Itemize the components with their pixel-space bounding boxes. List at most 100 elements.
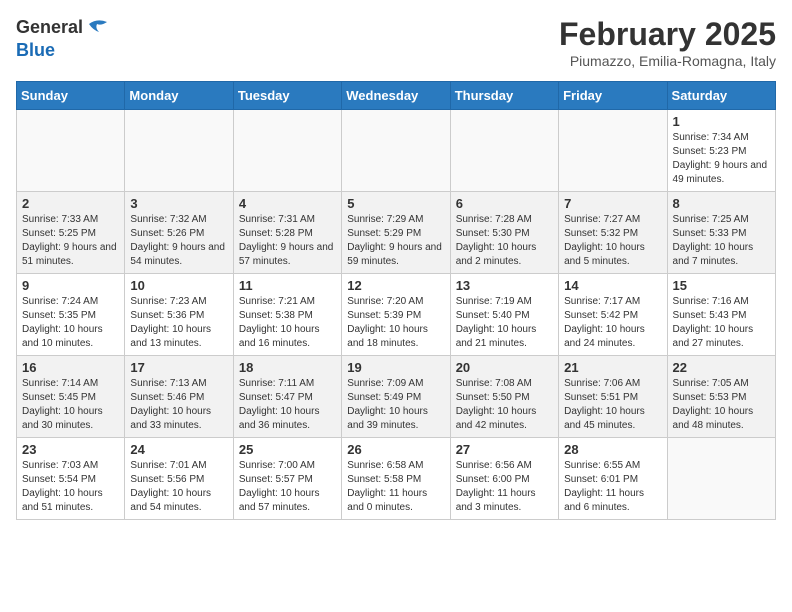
day-info: Sunrise: 7:29 AM Sunset: 5:29 PM Dayligh…	[347, 213, 444, 269]
day-number: 22	[673, 360, 770, 375]
day-number: 15	[673, 278, 770, 293]
logo-blue-text: Blue	[16, 40, 55, 60]
day-number: 21	[564, 360, 661, 375]
calendar-cell: 28 Sunrise: 6:55 AM Sunset: 6:01 PM Dayli…	[559, 438, 667, 520]
day-info: Sunrise: 7:25 AM Sunset: 5:33 PM Dayligh…	[673, 213, 770, 269]
calendar-cell: 16 Sunrise: 7:14 AM Sunset: 5:45 PM Dayli…	[17, 356, 125, 438]
calendar-cell: 22 Sunrise: 7:05 AM Sunset: 5:53 PM Dayli…	[667, 356, 775, 438]
day-number: 17	[130, 360, 227, 375]
logo-bird-icon	[85, 16, 109, 40]
calendar-cell	[233, 110, 341, 192]
day-number: 13	[456, 278, 553, 293]
day-number: 18	[239, 360, 336, 375]
calendar-cell: 11 Sunrise: 7:21 AM Sunset: 5:38 PM Dayli…	[233, 274, 341, 356]
day-number: 4	[239, 196, 336, 211]
month-title: February 2025	[559, 16, 776, 53]
calendar-cell: 27Sunrise: 6:56 AM Sunset: 6:00 PM Dayli…	[450, 438, 558, 520]
day-number: 9	[22, 278, 119, 293]
calendar-cell: 8Sunrise: 7:25 AM Sunset: 5:33 PM Daylig…	[667, 192, 775, 274]
logo: General Blue	[16, 16, 109, 62]
day-info: Sunrise: 7:21 AM Sunset: 5:38 PM Dayligh…	[239, 295, 336, 351]
calendar-cell: 5 Sunrise: 7:29 AM Sunset: 5:29 PM Daylig…	[342, 192, 450, 274]
day-number: 7	[564, 196, 661, 211]
calendar-cell: 15 Sunrise: 7:16 AM Sunset: 5:43 PM Dayli…	[667, 274, 775, 356]
calendar-cell: 26 Sunrise: 6:58 AM Sunset: 5:58 PM Dayli…	[342, 438, 450, 520]
calendar-week-row: 16 Sunrise: 7:14 AM Sunset: 5:45 PM Dayli…	[17, 356, 776, 438]
calendar-cell: 23Sunrise: 7:03 AM Sunset: 5:54 PM Dayli…	[17, 438, 125, 520]
day-number: 12	[347, 278, 444, 293]
calendar-cell: 6Sunrise: 7:28 AM Sunset: 5:30 PM Daylig…	[450, 192, 558, 274]
calendar-cell: 25 Sunrise: 7:00 AM Sunset: 5:57 PM Dayli…	[233, 438, 341, 520]
day-number: 14	[564, 278, 661, 293]
day-info: Sunrise: 7:14 AM Sunset: 5:45 PM Dayligh…	[22, 377, 119, 433]
calendar-week-row: 9 Sunrise: 7:24 AM Sunset: 5:35 PM Daylig…	[17, 274, 776, 356]
calendar-cell: 14 Sunrise: 7:17 AM Sunset: 5:42 PM Dayli…	[559, 274, 667, 356]
calendar-day-header: Thursday	[450, 82, 558, 110]
day-info: Sunrise: 7:19 AM Sunset: 5:40 PM Dayligh…	[456, 295, 553, 351]
calendar-cell	[17, 110, 125, 192]
day-info: Sunrise: 7:01 AM Sunset: 5:56 PM Dayligh…	[130, 459, 227, 515]
page-header: General Blue February 2025 Piumazzo, Emi…	[16, 16, 776, 69]
day-info: Sunrise: 7:34 AM Sunset: 5:23 PM Dayligh…	[673, 131, 770, 187]
calendar-cell	[559, 110, 667, 192]
day-number: 16	[22, 360, 119, 375]
day-number: 23	[22, 442, 119, 457]
calendar-cell	[450, 110, 558, 192]
calendar-cell	[342, 110, 450, 192]
calendar-day-header: Sunday	[17, 82, 125, 110]
calendar-day-header: Wednesday	[342, 82, 450, 110]
day-info: Sunrise: 7:23 AM Sunset: 5:36 PM Dayligh…	[130, 295, 227, 351]
day-info: Sunrise: 7:28 AM Sunset: 5:30 PM Dayligh…	[456, 213, 553, 269]
day-number: 25	[239, 442, 336, 457]
day-number: 11	[239, 278, 336, 293]
day-number: 19	[347, 360, 444, 375]
day-number: 26	[347, 442, 444, 457]
calendar-day-header: Saturday	[667, 82, 775, 110]
calendar-cell: 24 Sunrise: 7:01 AM Sunset: 5:56 PM Dayli…	[125, 438, 233, 520]
calendar-day-header: Tuesday	[233, 82, 341, 110]
calendar-week-row: 2Sunrise: 7:33 AM Sunset: 5:25 PM Daylig…	[17, 192, 776, 274]
day-info: Sunrise: 7:08 AM Sunset: 5:50 PM Dayligh…	[456, 377, 553, 433]
day-info: Sunrise: 7:27 AM Sunset: 5:32 PM Dayligh…	[564, 213, 661, 269]
title-block: February 2025 Piumazzo, Emilia-Romagna, …	[559, 16, 776, 69]
calendar-cell: 13 Sunrise: 7:19 AM Sunset: 5:40 PM Dayli…	[450, 274, 558, 356]
day-info: Sunrise: 7:09 AM Sunset: 5:49 PM Dayligh…	[347, 377, 444, 433]
day-number: 2	[22, 196, 119, 211]
day-info: Sunrise: 7:13 AM Sunset: 5:46 PM Dayligh…	[130, 377, 227, 433]
calendar-day-header: Monday	[125, 82, 233, 110]
calendar-cell: 9 Sunrise: 7:24 AM Sunset: 5:35 PM Daylig…	[17, 274, 125, 356]
calendar-week-row: 1 Sunrise: 7:34 AM Sunset: 5:23 PM Daylig…	[17, 110, 776, 192]
day-info: Sunrise: 7:17 AM Sunset: 5:42 PM Dayligh…	[564, 295, 661, 351]
day-info: Sunrise: 7:32 AM Sunset: 5:26 PM Dayligh…	[130, 213, 227, 269]
day-number: 5	[347, 196, 444, 211]
calendar-header-row: SundayMondayTuesdayWednesdayThursdayFrid…	[17, 82, 776, 110]
day-info: Sunrise: 6:56 AM Sunset: 6:00 PM Dayligh…	[456, 459, 553, 515]
day-info: Sunrise: 7:16 AM Sunset: 5:43 PM Dayligh…	[673, 295, 770, 351]
day-number: 24	[130, 442, 227, 457]
calendar-cell: 12 Sunrise: 7:20 AM Sunset: 5:39 PM Dayli…	[342, 274, 450, 356]
calendar-cell: 2Sunrise: 7:33 AM Sunset: 5:25 PM Daylig…	[17, 192, 125, 274]
calendar-cell: 4 Sunrise: 7:31 AM Sunset: 5:28 PM Daylig…	[233, 192, 341, 274]
day-info: Sunrise: 7:24 AM Sunset: 5:35 PM Dayligh…	[22, 295, 119, 351]
calendar-cell: 19 Sunrise: 7:09 AM Sunset: 5:49 PM Dayli…	[342, 356, 450, 438]
day-number: 20	[456, 360, 553, 375]
calendar-cell: 10Sunrise: 7:23 AM Sunset: 5:36 PM Dayli…	[125, 274, 233, 356]
calendar-cell	[667, 438, 775, 520]
day-info: Sunrise: 7:31 AM Sunset: 5:28 PM Dayligh…	[239, 213, 336, 269]
day-number: 1	[673, 114, 770, 129]
calendar-cell	[125, 110, 233, 192]
day-info: Sunrise: 6:55 AM Sunset: 6:01 PM Dayligh…	[564, 459, 661, 515]
calendar-week-row: 23Sunrise: 7:03 AM Sunset: 5:54 PM Dayli…	[17, 438, 776, 520]
calendar-cell: 1 Sunrise: 7:34 AM Sunset: 5:23 PM Daylig…	[667, 110, 775, 192]
calendar-cell: 7 Sunrise: 7:27 AM Sunset: 5:32 PM Daylig…	[559, 192, 667, 274]
day-info: Sunrise: 7:20 AM Sunset: 5:39 PM Dayligh…	[347, 295, 444, 351]
day-info: Sunrise: 6:58 AM Sunset: 5:58 PM Dayligh…	[347, 459, 444, 515]
day-info: Sunrise: 7:05 AM Sunset: 5:53 PM Dayligh…	[673, 377, 770, 433]
calendar-cell: 20 Sunrise: 7:08 AM Sunset: 5:50 PM Dayli…	[450, 356, 558, 438]
logo-general-text: General	[16, 17, 83, 39]
day-number: 28	[564, 442, 661, 457]
calendar-cell: 17 Sunrise: 7:13 AM Sunset: 5:46 PM Dayli…	[125, 356, 233, 438]
day-info: Sunrise: 7:00 AM Sunset: 5:57 PM Dayligh…	[239, 459, 336, 515]
day-info: Sunrise: 7:06 AM Sunset: 5:51 PM Dayligh…	[564, 377, 661, 433]
location-text: Piumazzo, Emilia-Romagna, Italy	[559, 53, 776, 69]
